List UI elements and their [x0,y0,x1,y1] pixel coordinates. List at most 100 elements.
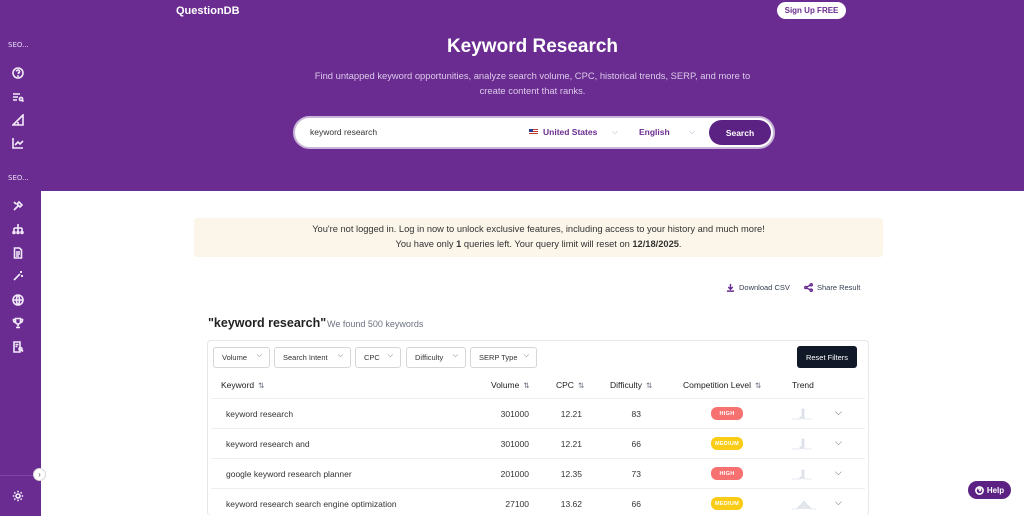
sidebar-expand-chevron-icon[interactable]: › [33,468,46,481]
expand-row-chevron-icon[interactable]: ⌵ [835,467,842,478]
column-header-cpc-label: CPC [556,380,574,390]
share-icon [804,283,813,292]
share-result-button[interactable]: Share Result [804,283,860,292]
expand-row-chevron-icon[interactable]: ⌵ [835,407,842,418]
table-row[interactable]: google keyword research planner 201000 1… [211,458,865,488]
tools-icon[interactable] [11,199,25,213]
table-row[interactable]: keyword research 301000 12.21 83 HIGH ⌵ [211,398,865,428]
cpc-cell: 12.21 [560,439,582,449]
filter-serp-type-label: SERP Type [479,353,518,362]
magic-wand-icon[interactable] [11,269,25,283]
search-button[interactable]: Search [709,120,771,145]
globe-icon[interactable] [11,293,25,307]
filter-difficulty[interactable]: Difficulty ⌵ [406,347,466,368]
notice-line1: You're not logged in. Log in now to unlo… [312,224,765,234]
language-chevron-down-icon[interactable]: ⌵ [689,127,695,137]
page-subtitle-line2: create content that ranks. [479,85,586,96]
help-label: Help [986,485,1005,495]
volume-cell: 27100 [505,499,529,509]
list-search-icon[interactable] [11,90,25,104]
difficulty-cell: 66 [631,439,641,449]
chevron-down-icon: ⌵ [256,352,262,359]
search-bar: United States ⌵ English ⌵ Search [293,116,775,149]
column-header-keyword[interactable]: Keyword ⇅ [221,380,264,390]
reset-filters-button[interactable]: Reset Filters [797,346,857,368]
triangle-ruler-icon[interactable] [11,113,25,127]
language-select[interactable]: English [639,127,670,137]
filter-search-intent-label: Search Intent [283,353,328,362]
brand-logo[interactable]: QuestionDB [176,5,240,17]
notice-line2: You have only 1 queries left. Your query… [194,237,883,252]
country-select[interactable]: United States [529,127,597,137]
signup-button[interactable]: Sign Up FREE [777,2,846,19]
keyword-cell: google keyword research planner [226,469,352,479]
help-button[interactable]: Help [968,481,1011,499]
column-header-competition-label: Competition Level [683,380,752,390]
country-chevron-down-icon[interactable]: ⌵ [612,127,618,137]
competition-badge-medium: MEDIUM [711,497,743,510]
sidebar-section-seo-2: SEO... [8,174,29,182]
filter-serp-type[interactable]: SERP Type ⌵ [470,347,537,368]
sort-icon: ⇅ [645,381,653,390]
volume-cell: 201000 [500,469,529,479]
us-flag-icon [529,129,538,135]
column-header-difficulty[interactable]: Difficulty ⇅ [610,380,652,390]
chevron-down-icon: ⌵ [452,352,458,359]
notice-line2-pre: You have only [395,239,457,249]
hero-banner: QuestionDB Sign Up FREE Keyword Research… [41,0,1024,191]
report-search-icon[interactable] [11,340,25,354]
sitemap-icon[interactable] [11,222,25,236]
filter-cpc-label: CPC [364,353,380,362]
cpc-cell: 13.62 [560,499,582,509]
page-subtitle: Find untapped keyword opportunities, ana… [291,68,774,98]
chevron-down-icon: ⌵ [387,352,393,359]
column-header-keyword-label: Keyword [221,380,255,390]
trend-sparkline [792,500,816,510]
trophy-icon[interactable] [11,316,25,330]
difficulty-cell: 66 [631,499,641,509]
filter-search-intent[interactable]: Search Intent ⌵ [274,347,351,368]
volume-cell: 301000 [500,409,529,419]
help-circle-icon[interactable] [11,66,25,80]
filter-volume[interactable]: Volume ⌵ [213,347,270,368]
column-header-cpc[interactable]: CPC ⇅ [556,380,584,390]
keyword-table-card: Volume ⌵ Search Intent ⌵ CPC ⌵ Difficulty ⌵ … [207,340,869,516]
column-header-volume[interactable]: Volume ⇅ [491,380,530,390]
chevron-down-icon: ⌵ [337,352,343,359]
expand-row-chevron-icon[interactable]: ⌵ [835,437,842,448]
volume-cell: 301000 [500,439,529,449]
sort-icon: ⇅ [755,381,762,390]
download-csv-label: Download CSV [739,283,790,292]
filter-cpc[interactable]: CPC ⌵ [355,347,401,368]
table-row[interactable]: keyword research and 301000 12.21 66 MED… [211,428,865,458]
column-header-volume-label: Volume [491,380,520,390]
difficulty-cell: 83 [631,409,641,419]
settings-gear-icon[interactable] [11,489,25,503]
share-result-label: Share Result [817,283,861,292]
keyword-search-input[interactable] [310,127,510,137]
sort-icon: ⇅ [523,381,530,390]
help-chat-icon [974,485,984,495]
chart-icon[interactable] [11,136,25,150]
filter-difficulty-label: Difficulty [415,353,444,362]
chevron-down-icon: ⌵ [523,352,529,359]
sidebar-section-seo-1: SEO... [8,41,29,49]
document-icon[interactable] [11,246,25,260]
result-query: "keyword research" [208,316,327,330]
trend-sparkline [792,438,812,450]
cpc-cell: 12.35 [560,469,582,479]
country-select-value: United States [543,127,598,137]
competition-badge-high: HIGH [711,467,743,480]
cpc-cell: 12.21 [560,409,582,419]
download-icon [726,283,735,292]
notice-line2-mid: queries left. Your query limit will rese… [461,239,633,249]
download-csv-button[interactable]: Download CSV [726,283,790,292]
table-row[interactable]: keyword research search engine optimizat… [211,488,865,518]
sort-icon: ⇅ [577,381,585,390]
page-subtitle-line1: Find untapped keyword opportunities, ana… [314,70,751,81]
trend-sparkline [792,408,812,420]
reset-date: 12/18/2025 [632,239,679,249]
column-header-competition[interactable]: Competition Level ⇅ [683,380,761,390]
expand-row-chevron-icon[interactable]: ⌵ [835,497,842,508]
column-header-difficulty-label: Difficulty [610,380,642,390]
